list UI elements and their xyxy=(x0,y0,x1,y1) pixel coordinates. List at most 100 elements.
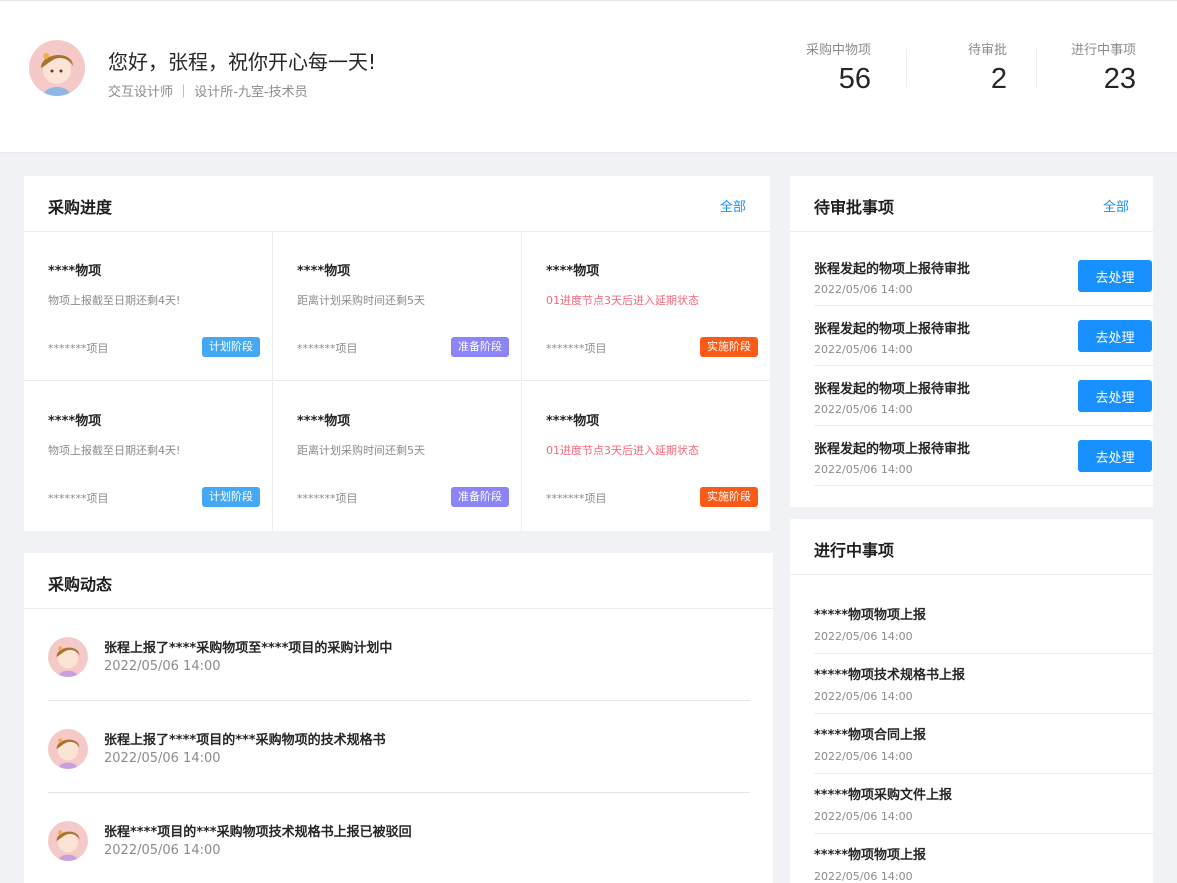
item-title: ****物项 xyxy=(48,264,102,279)
item-desc: 距离计划采购时间还剩5天 xyxy=(297,444,425,457)
ongoing-item[interactable]: *****物项采购文件上报 2022/05/06 14:00 xyxy=(814,774,1154,834)
stat-pending-approval[interactable]: 待审批 2 xyxy=(968,39,1007,96)
item-title: ****物项 xyxy=(297,264,351,279)
approval-time: 2022/05/06 14:00 xyxy=(814,463,913,476)
activity-card: 采购动态 张程上报了****采购物项至****项目的采购计划中 2022/05/… xyxy=(24,553,773,883)
ongoing-item[interactable]: *****物项物项上报 2022/05/06 14:00 xyxy=(814,594,1154,654)
ongoing-title: *****物项物项上报 xyxy=(814,608,926,623)
ongoing-title: *****物项技术规格书上报 xyxy=(814,668,965,683)
process-button[interactable]: 去处理 xyxy=(1078,260,1152,292)
divider xyxy=(1036,49,1037,87)
item-project: *******项目 xyxy=(48,492,109,505)
approvals-card: 待审批事项 全部 张程发起的物项上报待审批 2022/05/06 14:00 去… xyxy=(790,176,1154,507)
approval-item: 张程发起的物项上报待审批 2022/05/06 14:00 去处理 xyxy=(814,246,1154,306)
item-desc: 01进度节点3天后进入延期状态 xyxy=(546,444,699,457)
approval-title: 张程发起的物项上报待审批 xyxy=(814,322,971,337)
activity-item[interactable]: 张程上报了****项目的***采购物项的技术规格书 2022/05/06 14:… xyxy=(48,701,750,793)
approval-title: 张程发起的物项上报待审批 xyxy=(814,442,971,457)
view-all-link[interactable]: 全部 xyxy=(720,196,746,215)
ongoing-item[interactable]: *****物项物项上报 2022/05/06 14:00 xyxy=(814,834,1154,883)
item-desc: 01进度节点3天后进入延期状态 xyxy=(546,294,699,307)
item-title: ****物项 xyxy=(546,414,600,429)
avatar xyxy=(48,637,88,677)
ongoing-time: 2022/05/06 14:00 xyxy=(814,690,913,703)
item-desc: 物项上报截至日期还剩4天! xyxy=(48,294,181,307)
ongoing-item[interactable]: *****物项合同上报 2022/05/06 14:00 xyxy=(814,714,1154,774)
approval-item: 张程发起的物项上报待审批 2022/05/06 14:00 去处理 xyxy=(814,306,1154,366)
ongoing-card: 进行中事项 *****物项物项上报 2022/05/06 14:00 *****… xyxy=(790,519,1154,883)
item-project: *******项目 xyxy=(297,492,358,505)
stat-label: 进行中事项 xyxy=(1070,43,1136,58)
ongoing-time: 2022/05/06 14:00 xyxy=(814,630,913,643)
stage-tag: 计划阶段 xyxy=(202,337,260,357)
card-title: 待审批事项 xyxy=(814,198,895,217)
progress-grid: ****物项 物项上报截至日期还剩4天! *******项目 计划阶段 ****… xyxy=(24,232,770,531)
ongoing-time: 2022/05/06 14:00 xyxy=(814,810,913,823)
item-title: ****物项 xyxy=(546,264,600,279)
card-title: 采购动态 xyxy=(48,575,113,594)
card-header: 采购进度 全部 xyxy=(24,176,770,232)
stat-purchasing[interactable]: 采购中物项 56 xyxy=(806,39,871,96)
approval-item: 张程发起的物项上报待审批 2022/05/06 14:00 去处理 xyxy=(814,366,1154,426)
stage-tag: 实施阶段 xyxy=(700,487,758,507)
approval-time: 2022/05/06 14:00 xyxy=(814,283,913,296)
progress-item[interactable]: ****物项 01进度节点3天后进入延期状态 *******项目 实施阶段 xyxy=(522,382,770,531)
item-desc: 距离计划采购时间还剩5天 xyxy=(297,294,425,307)
activity-item[interactable]: 张程上报了****采购物项至****项目的采购计划中 2022/05/06 14… xyxy=(48,609,750,701)
stage-tag: 计划阶段 xyxy=(202,487,260,507)
greeting-text: 您好，张程，祝你开心每一天! xyxy=(108,50,377,74)
divider xyxy=(906,49,907,87)
item-project: *******项目 xyxy=(297,342,358,355)
activity-text: 张程上报了****项目的***采购物项的技术规格书 xyxy=(104,733,386,748)
item-title: ****物项 xyxy=(297,414,351,429)
activity-time: 2022/05/06 14:00 xyxy=(104,659,221,674)
activity-time: 2022/05/06 14:00 xyxy=(104,751,221,766)
progress-item[interactable]: ****物项 距离计划采购时间还剩5天 *******项目 准备阶段 xyxy=(273,232,522,381)
stat-label: 采购中物项 xyxy=(805,43,871,58)
process-button[interactable]: 去处理 xyxy=(1078,440,1152,472)
progress-item[interactable]: ****物项 物项上报截至日期还剩4天! *******项目 计划阶段 xyxy=(24,382,273,531)
stat-in-progress[interactable]: 进行中事项 23 xyxy=(1071,39,1136,96)
progress-item[interactable]: ****物项 距离计划采购时间还剩5天 *******项目 准备阶段 xyxy=(273,382,522,531)
user-role: 交互设计师 ｜ 设计所-九室-技术员 xyxy=(108,85,308,100)
progress-card: 采购进度 全部 ****物项 物项上报截至日期还剩4天! *******项目 计… xyxy=(24,176,770,531)
card-header: 采购动态 xyxy=(24,553,773,609)
view-all-link[interactable]: 全部 xyxy=(1103,196,1129,215)
ongoing-item[interactable]: *****物项技术规格书上报 2022/05/06 14:00 xyxy=(814,654,1154,714)
ongoing-time: 2022/05/06 14:00 xyxy=(814,750,913,763)
ongoing-title: *****物项采购文件上报 xyxy=(814,788,952,803)
item-desc: 物项上报截至日期还剩4天! xyxy=(48,444,181,457)
ongoing-title: *****物项合同上报 xyxy=(814,728,926,743)
item-project: *******项目 xyxy=(48,342,109,355)
card-title: 采购进度 xyxy=(48,198,113,217)
process-button[interactable]: 去处理 xyxy=(1078,320,1152,352)
stage-tag: 实施阶段 xyxy=(700,337,758,357)
avatar xyxy=(48,821,88,861)
avatar[interactable] xyxy=(29,40,85,96)
stat-value: 23 xyxy=(1103,63,1136,95)
approval-time: 2022/05/06 14:00 xyxy=(814,343,913,356)
ongoing-title: *****物项物项上报 xyxy=(814,848,926,863)
progress-item[interactable]: ****物项 01进度节点3天后进入延期状态 *******项目 实施阶段 xyxy=(522,232,770,381)
progress-item[interactable]: ****物项 物项上报截至日期还剩4天! *******项目 计划阶段 xyxy=(24,232,273,381)
stat-label: 待审批 xyxy=(967,43,1007,58)
activity-item[interactable]: 张程****项目的***采购物项技术规格书上报已被驳回 2022/05/06 1… xyxy=(48,793,750,883)
stage-tag: 准备阶段 xyxy=(451,337,509,357)
stage-tag: 准备阶段 xyxy=(451,487,509,507)
item-project: *******项目 xyxy=(546,492,607,505)
stat-value: 2 xyxy=(990,63,1007,95)
stat-value: 56 xyxy=(838,63,871,95)
item-project: *******项目 xyxy=(546,342,607,355)
process-button[interactable]: 去处理 xyxy=(1078,380,1152,412)
item-title: ****物项 xyxy=(48,414,102,429)
activity-text: 张程****项目的***采购物项技术规格书上报已被驳回 xyxy=(104,825,412,840)
avatar xyxy=(48,729,88,769)
activity-text: 张程上报了****采购物项至****项目的采购计划中 xyxy=(104,641,393,656)
card-header: 进行中事项 xyxy=(790,519,1153,575)
ongoing-time: 2022/05/06 14:00 xyxy=(814,870,913,883)
card-title: 进行中事项 xyxy=(814,541,895,560)
approval-title: 张程发起的物项上报待审批 xyxy=(814,382,971,397)
profile-header: 您好，张程，祝你开心每一天! 交互设计师 ｜ 设计所-九室-技术员 采购中物项 … xyxy=(0,0,1177,153)
approval-time: 2022/05/06 14:00 xyxy=(814,403,913,416)
approval-title: 张程发起的物项上报待审批 xyxy=(814,262,971,277)
